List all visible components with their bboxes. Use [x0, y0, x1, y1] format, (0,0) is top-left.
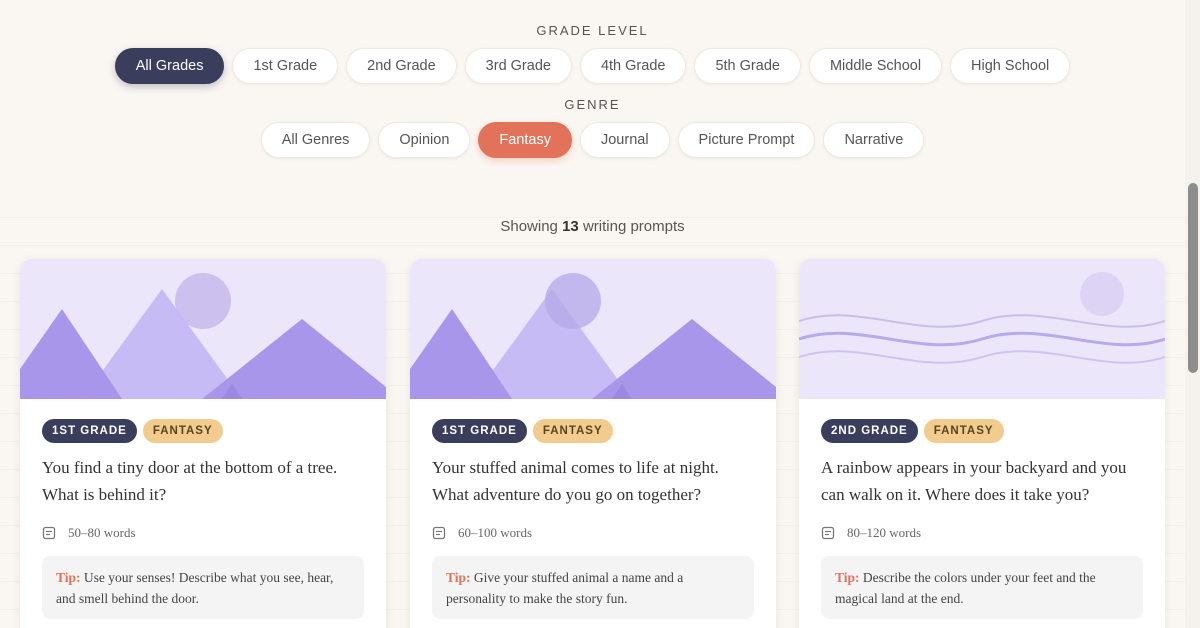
card-badges: 1ST GRADE FANTASY	[42, 419, 223, 443]
grade-chip-1st[interactable]: 1st Grade	[232, 48, 339, 84]
grade-chip-3rd[interactable]: 3rd Grade	[464, 48, 572, 84]
grade-badge: 2ND GRADE	[821, 419, 918, 443]
genre-badge: FANTASY	[532, 419, 613, 443]
word-count: 60–100 words	[432, 525, 532, 541]
grade-chip-2nd[interactable]: 2nd Grade	[346, 48, 457, 84]
prompt-text: A rainbow appears in your backyard and y…	[821, 458, 1127, 504]
genre-chip-narrative[interactable]: Narrative	[823, 122, 925, 158]
tip-box: Tip: Give your stuffed animal a name and…	[432, 556, 754, 619]
results-suffix: writing prompts	[582, 218, 685, 235]
card-badges: 1ST GRADE FANTASY	[432, 419, 613, 443]
word-count: 50–80 words	[42, 525, 136, 541]
tip-label: Tip:	[835, 570, 860, 585]
grade-chip-5th[interactable]: 5th Grade	[694, 48, 801, 84]
scrollbar-thumb[interactable]	[1188, 183, 1198, 373]
card-illustration	[20, 259, 386, 399]
genre-chip-row: All Genres Opinion Fantasy Journal Pictu…	[0, 122, 1185, 158]
results-count: Showing 13 writing prompts	[0, 218, 1185, 235]
results-prefix: Showing	[500, 218, 558, 235]
document-icon	[821, 526, 835, 540]
card-illustration	[799, 259, 1165, 399]
grade-chip-row: All Grades 1st Grade 2nd Grade 3rd Grade…	[0, 48, 1185, 84]
grade-badge: 1ST GRADE	[42, 419, 137, 443]
waves-illustration	[799, 259, 1165, 399]
prompt-card[interactable]: 1ST GRADE FANTASY Your stuffed animal co…	[410, 259, 776, 628]
word-count-text: 80–120 words	[847, 525, 922, 540]
prompt-card[interactable]: 2ND GRADE FANTASY A rainbow appears in y…	[799, 259, 1165, 628]
tip-text: Use your senses! Describe what you see, …	[56, 570, 334, 606]
grade-level-label: GRADE LEVEL	[536, 23, 649, 38]
results-number: 13	[562, 218, 579, 235]
genre-label: GENRE	[564, 97, 621, 112]
genre-chip-all[interactable]: All Genres	[260, 122, 371, 158]
prompt-text: Your stuffed animal comes to life at nig…	[432, 458, 719, 504]
tip-box: Tip: Use your senses! Describe what you …	[42, 556, 364, 619]
genre-badge: FANTASY	[923, 419, 1004, 443]
genre-chip-opinion[interactable]: Opinion	[378, 122, 471, 158]
document-icon	[42, 526, 56, 540]
card-illustration	[410, 259, 776, 399]
word-count-text: 60–100 words	[458, 525, 533, 540]
genre-badge: FANTASY	[142, 419, 223, 443]
prompt-card[interactable]: 1ST GRADE FANTASY You find a tiny door a…	[20, 259, 386, 628]
mountains-illustration	[410, 259, 776, 399]
grade-chip-middle-school[interactable]: Middle School	[808, 48, 943, 84]
mountains-illustration	[20, 259, 386, 399]
word-count-text: 50–80 words	[68, 525, 136, 540]
genre-chip-journal[interactable]: Journal	[579, 122, 670, 158]
grade-chip-high-school[interactable]: High School	[950, 48, 1071, 84]
card-badges: 2ND GRADE FANTASY	[821, 419, 1004, 443]
word-count: 80–120 words	[821, 525, 921, 541]
genre-chip-picture-prompt[interactable]: Picture Prompt	[677, 122, 816, 158]
genre-chip-fantasy[interactable]: Fantasy	[478, 122, 572, 158]
prompt-text: You find a tiny door at the bottom of a …	[42, 458, 338, 504]
scrollbar-track[interactable]	[1185, 0, 1200, 628]
tip-text: Give your stuffed animal a name and a pe…	[446, 570, 684, 606]
tip-text: Describe the colors under your feet and …	[835, 570, 1096, 606]
tip-box: Tip: Describe the colors under your feet…	[821, 556, 1143, 619]
grade-badge: 1ST GRADE	[432, 419, 527, 443]
grade-chip-all[interactable]: All Grades	[114, 48, 225, 84]
tip-label: Tip:	[56, 570, 81, 585]
grade-chip-4th[interactable]: 4th Grade	[579, 48, 687, 84]
tip-label: Tip:	[446, 570, 471, 585]
document-icon	[432, 526, 446, 540]
